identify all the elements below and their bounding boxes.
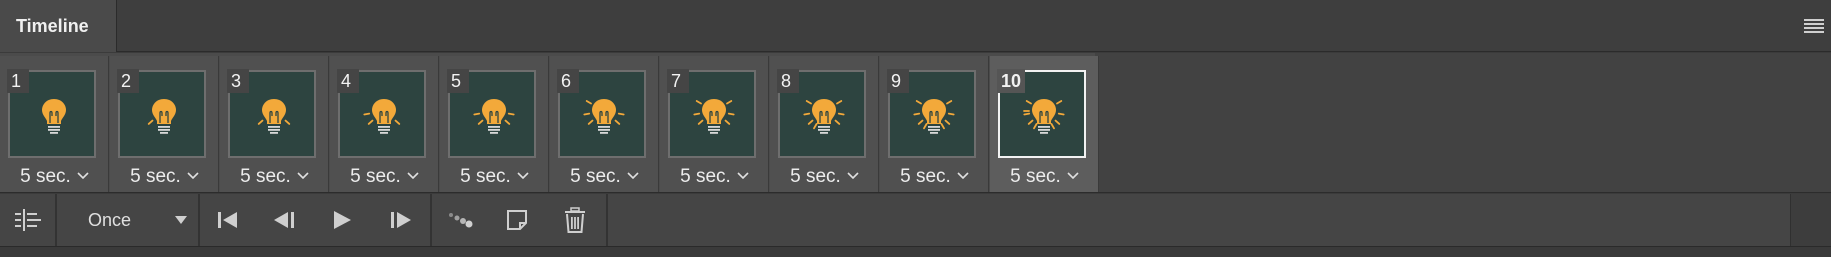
toolbar-divider xyxy=(55,194,57,246)
animation-frame[interactable]: 6 5 sec. xyxy=(550,56,659,192)
frame-number: 8 xyxy=(777,69,799,93)
hamburger-menu-icon[interactable] xyxy=(1801,14,1827,38)
frame-delay-label: 5 sec. xyxy=(1010,166,1061,187)
frame-delay-label: 5 sec. xyxy=(130,166,181,187)
first-frame-icon[interactable] xyxy=(208,194,248,246)
convert-to-video-timeline-icon[interactable] xyxy=(6,194,50,246)
chevron-down-icon xyxy=(407,169,419,183)
animation-frame[interactable]: 1 5 sec. xyxy=(0,56,109,192)
frames-strip: 1 5 sec. 2 5 sec. 3 5 sec. 4 5 sec. 5 5 sec. 6 5 se… xyxy=(0,53,1831,193)
chevron-down-icon xyxy=(187,169,199,183)
frame-delay-label: 5 sec. xyxy=(570,166,621,187)
lightbulb-icon xyxy=(913,99,955,134)
frame-delay-dropdown[interactable]: 5 sec. xyxy=(550,166,659,188)
next-frame-icon[interactable] xyxy=(381,194,421,246)
chevron-down-icon xyxy=(737,169,749,183)
frame-delay-dropdown[interactable]: 5 sec. xyxy=(440,166,549,188)
frame-number: 6 xyxy=(557,69,579,93)
animation-frame[interactable]: 8 5 sec. xyxy=(770,56,879,192)
lightbulb-icon xyxy=(583,99,625,134)
frame-delay-label: 5 sec. xyxy=(790,166,841,187)
tween-icon[interactable] xyxy=(440,194,482,246)
frame-number: 4 xyxy=(337,69,359,93)
toolbar-divider xyxy=(606,194,608,246)
frames-empty-area xyxy=(1095,53,1831,192)
frame-number: 9 xyxy=(887,69,909,93)
timeline-tab[interactable]: Timeline xyxy=(0,0,117,52)
frame-delay-label: 5 sec. xyxy=(900,166,951,187)
toolbar-end-panel xyxy=(1790,194,1831,246)
lightbulb-icon xyxy=(147,99,176,134)
frame-delay-dropdown[interactable]: 5 sec. xyxy=(0,166,109,188)
duplicate-frame-icon[interactable] xyxy=(496,194,538,246)
lightbulb-icon xyxy=(693,99,735,134)
frame-number: 5 xyxy=(447,69,469,93)
lightbulb-icon xyxy=(363,99,401,134)
frame-number: 10 xyxy=(997,69,1026,93)
frame-delay-dropdown[interactable]: 5 sec. xyxy=(880,166,989,188)
frame-delay-dropdown[interactable]: 5 sec. xyxy=(660,166,769,188)
frame-number: 1 xyxy=(7,69,29,93)
frame-number: 7 xyxy=(667,69,689,93)
lightbulb-icon xyxy=(803,99,845,134)
panel-title: Timeline xyxy=(16,15,89,36)
chevron-down-icon xyxy=(957,169,969,183)
frame-delay-label: 5 sec. xyxy=(350,166,401,187)
lightbulb-icon xyxy=(42,99,66,134)
frame-delay-dropdown[interactable]: 5 sec. xyxy=(110,166,219,188)
chevron-down-icon xyxy=(517,169,529,183)
frame-number: 3 xyxy=(227,69,249,93)
toolbar-divider xyxy=(198,194,200,246)
animation-frame[interactable]: 7 5 sec. xyxy=(660,56,769,192)
toolbar-divider xyxy=(430,194,432,246)
frame-delay-label: 5 sec. xyxy=(680,166,731,187)
frame-delay-dropdown[interactable]: 5 sec. xyxy=(770,166,879,188)
frame-number: 2 xyxy=(117,69,139,93)
animation-frame[interactable]: 4 5 sec. xyxy=(330,56,439,192)
chevron-down-icon xyxy=(170,194,192,246)
lightbulb-icon xyxy=(473,99,515,134)
animation-frame[interactable]: 2 5 sec. xyxy=(110,56,219,192)
chevron-down-icon xyxy=(847,169,859,183)
loop-options-value: Once xyxy=(88,209,132,230)
panel-footer xyxy=(0,246,1831,257)
chevron-down-icon xyxy=(77,169,89,183)
delete-frame-icon[interactable] xyxy=(554,194,596,246)
frame-delay-dropdown[interactable]: 5 sec. xyxy=(330,166,439,188)
animation-frame[interactable]: 5 5 sec. xyxy=(440,56,549,192)
timeline-toolbar: Once xyxy=(0,194,1831,246)
frame-delay-label: 5 sec. xyxy=(20,166,71,187)
chevron-down-icon xyxy=(627,169,639,183)
chevron-down-icon xyxy=(297,169,309,183)
frame-delay-label: 5 sec. xyxy=(240,166,291,187)
frame-delay-label: 5 sec. xyxy=(460,166,511,187)
animation-frame[interactable]: 10 5 sec. xyxy=(990,56,1099,192)
animation-frame[interactable]: 9 5 sec. xyxy=(880,56,989,192)
lightbulb-icon xyxy=(257,99,291,134)
previous-frame-icon[interactable] xyxy=(264,194,304,246)
frame-delay-dropdown[interactable]: 5 sec. xyxy=(990,166,1099,188)
panel-header: Timeline xyxy=(0,0,1831,52)
frame-delay-dropdown[interactable]: 5 sec. xyxy=(220,166,329,188)
chevron-down-icon xyxy=(1067,169,1079,183)
animation-frame[interactable]: 3 5 sec. xyxy=(220,56,329,192)
lightbulb-icon xyxy=(1023,99,1065,134)
play-icon[interactable] xyxy=(322,194,362,246)
